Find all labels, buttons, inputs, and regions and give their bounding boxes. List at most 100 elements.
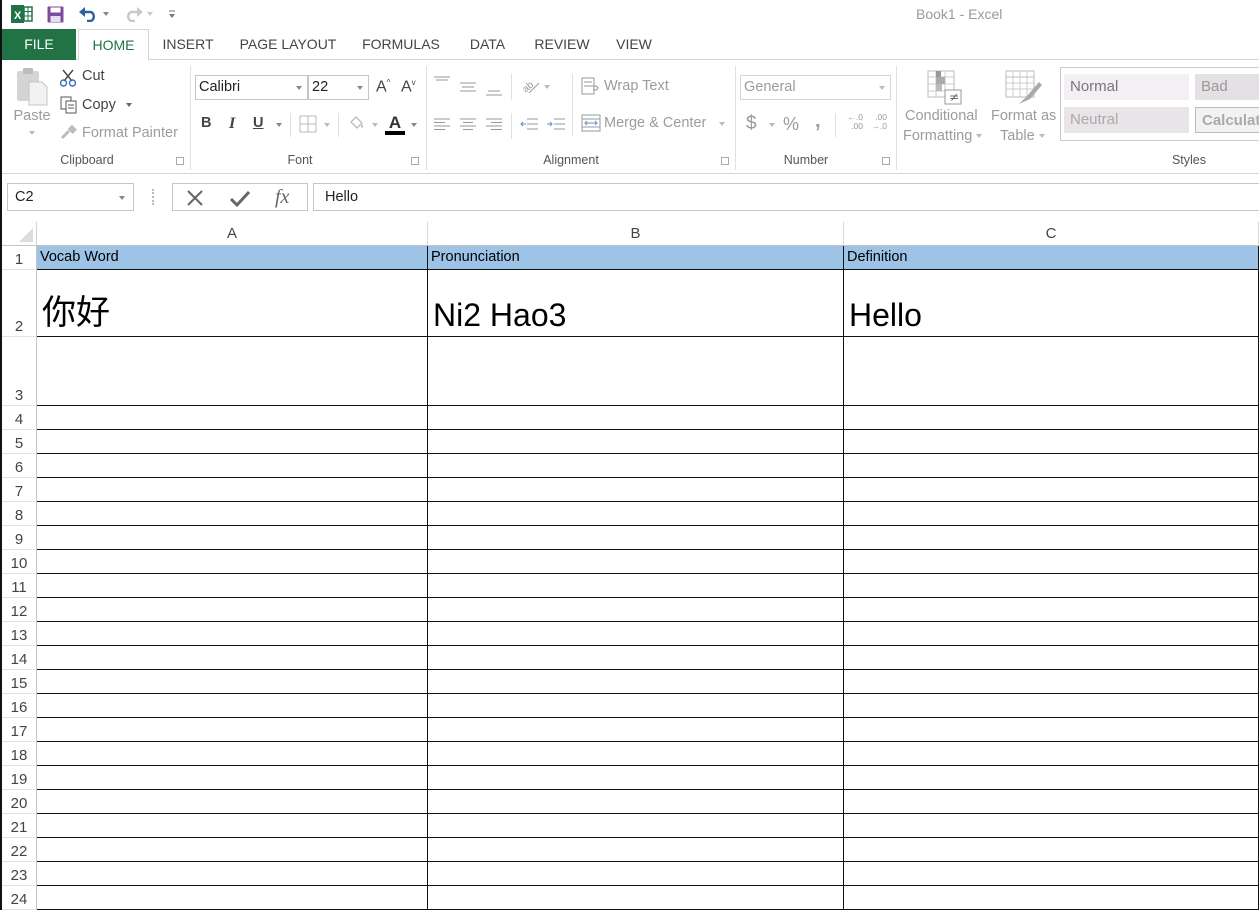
cancel-entry-button[interactable] [185,185,205,214]
increase-indent-button[interactable] [546,117,566,131]
tab-home[interactable]: HOME [78,29,149,61]
cell-a5[interactable] [37,430,428,454]
row-header-11[interactable]: 11 [2,574,37,598]
style-normal[interactable]: Normal [1064,74,1189,100]
row-header-17[interactable]: 17 [2,718,37,742]
cell-a1[interactable]: Vocab Word [37,246,428,270]
cell-c13[interactable] [844,622,1259,646]
confirm-entry-button[interactable] [229,185,251,214]
cell-a17[interactable] [37,718,428,742]
comma-style-button[interactable]: , [815,110,821,133]
fill-color-button[interactable] [346,113,366,133]
row-header-23[interactable]: 23 [2,862,37,886]
redo-button[interactable] [121,4,155,24]
borders-button[interactable] [298,115,318,133]
row-header-6[interactable]: 6 [2,454,37,478]
increase-decimal-button[interactable]: ←.0 .00 [843,113,863,131]
cell-a12[interactable] [37,598,428,622]
cell-c3[interactable] [844,337,1259,406]
align-right-button[interactable] [485,117,503,131]
bold-button[interactable]: B [201,115,211,131]
row-header-24[interactable]: 24 [2,886,37,910]
cell-b20[interactable] [428,790,844,814]
formula-bar-splitter[interactable] [152,189,154,205]
cell-c22[interactable] [844,838,1259,862]
conditional-formatting-button[interactable]: ≠ Conditional Formatting [901,70,989,150]
cell-a13[interactable] [37,622,428,646]
cell-c14[interactable] [844,646,1259,670]
insert-function-button[interactable]: fx [275,186,289,209]
cell-c17[interactable] [844,718,1259,742]
decrease-indent-button[interactable] [519,117,539,131]
tab-review[interactable]: REVIEW [527,29,597,60]
format-painter-button[interactable]: Format Painter [82,125,178,141]
customize-quick-access-icon[interactable] [165,4,179,24]
cell-a10[interactable] [37,550,428,574]
cell-a8[interactable] [37,502,428,526]
cell-c7[interactable] [844,478,1259,502]
top-align-button[interactable] [433,74,451,88]
underline-button[interactable]: U [253,115,263,131]
cell-a11[interactable] [37,574,428,598]
cell-b19[interactable] [428,766,844,790]
style-calculation[interactable]: Calculat [1195,107,1259,133]
cell-b13[interactable] [428,622,844,646]
row-header-8[interactable]: 8 [2,502,37,526]
orientation-button[interactable]: ab [520,76,542,96]
cell-c11[interactable] [844,574,1259,598]
cell-b7[interactable] [428,478,844,502]
clipboard-launcher-icon[interactable] [176,157,184,165]
cell-b15[interactable] [428,670,844,694]
cell-a4[interactable] [37,406,428,430]
cell-b21[interactable] [428,814,844,838]
row-header-5[interactable]: 5 [2,430,37,454]
cell-a16[interactable] [37,694,428,718]
style-bad[interactable]: Bad [1195,74,1259,100]
cell-a18[interactable] [37,742,428,766]
cell-c1[interactable]: Definition [844,246,1259,270]
cell-a19[interactable] [37,766,428,790]
cell-c18[interactable] [844,742,1259,766]
borders-dropdown-icon[interactable] [324,123,330,127]
format-as-table-button[interactable]: Format as Table [989,70,1059,150]
save-icon[interactable] [45,4,65,24]
cell-c20[interactable] [844,790,1259,814]
font-color-button[interactable]: A [384,112,406,136]
cell-a21[interactable] [37,814,428,838]
cell-c9[interactable] [844,526,1259,550]
excel-logo-icon[interactable]: X [11,4,33,24]
row-header-21[interactable]: 21 [2,814,37,838]
tab-view[interactable]: VIEW [608,29,660,60]
percent-button[interactable]: % [783,114,799,135]
decrease-decimal-button[interactable]: .00 →.0 [867,113,887,131]
cell-a24[interactable] [37,886,428,910]
cell-c24[interactable] [844,886,1259,910]
row-header-20[interactable]: 20 [2,790,37,814]
cell-b24[interactable] [428,886,844,910]
row-header-10[interactable]: 10 [2,550,37,574]
bottom-align-button[interactable] [485,84,503,98]
row-header-22[interactable]: 22 [2,838,37,862]
cell-b22[interactable] [428,838,844,862]
cell-c4[interactable] [844,406,1259,430]
row-header-14[interactable]: 14 [2,646,37,670]
number-format-select[interactable]: General [740,75,891,100]
cell-a20[interactable] [37,790,428,814]
cell-b5[interactable] [428,430,844,454]
cell-a22[interactable] [37,838,428,862]
currency-button[interactable]: $ [746,113,757,135]
cell-b11[interactable] [428,574,844,598]
row-header-4[interactable]: 4 [2,406,37,430]
fill-color-dropdown-icon[interactable] [372,123,378,127]
cell-c16[interactable] [844,694,1259,718]
merge-center-dropdown-icon[interactable] [719,122,725,126]
row-header-18[interactable]: 18 [2,742,37,766]
font-size-select[interactable]: 22 [308,75,369,100]
undo-button[interactable] [77,4,111,24]
copy-button[interactable]: Copy [82,97,132,113]
style-neutral[interactable]: Neutral [1064,107,1189,133]
copy-dropdown-icon[interactable] [125,103,132,108]
tab-file[interactable]: FILE [2,29,76,60]
row-header-2[interactable]: 2 [2,270,37,337]
number-launcher-icon[interactable] [882,157,890,165]
